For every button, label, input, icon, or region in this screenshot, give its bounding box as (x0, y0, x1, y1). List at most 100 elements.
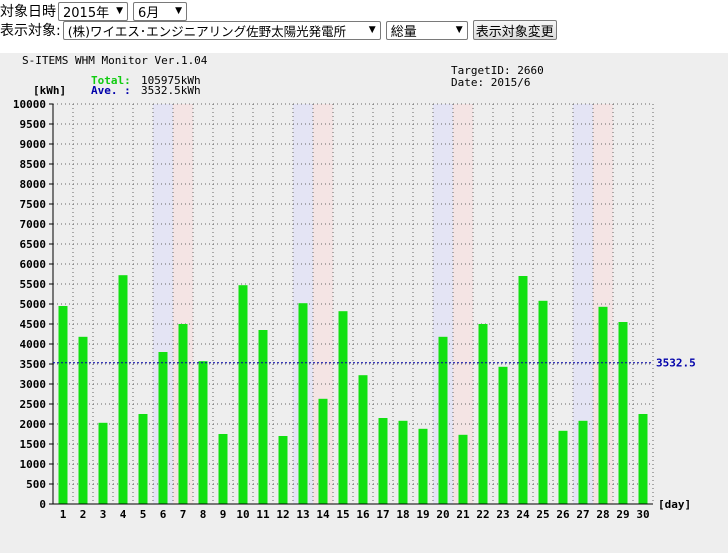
x-axis-label: [day] (658, 498, 691, 511)
x-tick-label: 9 (220, 508, 227, 521)
x-tick-label: 29 (616, 508, 629, 521)
x-tick-label: 30 (636, 508, 649, 521)
type-select-value: 総量 (390, 24, 417, 40)
y-tick-label: 2000 (20, 418, 47, 431)
date-label: 対象日時 (0, 4, 56, 20)
x-tick-label: 5 (140, 508, 147, 521)
x-tick-label: 20 (436, 508, 449, 521)
bar-day-3 (98, 422, 108, 504)
bar-day-27 (578, 420, 588, 504)
x-tick-label: 13 (296, 508, 309, 521)
bar-day-21 (458, 434, 468, 504)
y-tick-label: 500 (26, 478, 46, 491)
x-tick-label: 6 (160, 508, 167, 521)
x-tick-label: 4 (120, 508, 127, 521)
y-tick-label: 5500 (20, 278, 47, 291)
x-tick-label: 23 (496, 508, 509, 521)
x-tick-label: 21 (456, 508, 470, 521)
y-tick-label: 6000 (20, 258, 47, 271)
y-tick-label: 7000 (20, 218, 47, 231)
bar-day-14 (318, 398, 328, 504)
y-tick-label: 4000 (20, 338, 47, 351)
y-tick-label: 9500 (20, 118, 47, 131)
bar-day-29 (618, 322, 628, 504)
y-tick-label: 8500 (20, 158, 47, 171)
bar-day-30 (638, 414, 648, 504)
bar-day-24 (518, 276, 528, 504)
y-axis-label: [kWh] (33, 84, 66, 97)
y-tick-label: 6500 (20, 238, 47, 251)
target-row: 表示対象: (株)ワイエス･エンジニアリング佐野太陽光発電所 ▼ 総量 ▼ 表示… (0, 19, 557, 41)
x-tick-label: 28 (596, 508, 609, 521)
x-tick-label: 1 (60, 508, 67, 521)
bar-day-11 (258, 330, 268, 504)
x-tick-label: 10 (236, 508, 249, 521)
chart-panel: 0 500 1000 1500 2000 2500 3000 3500 4000 4500 5000… (0, 53, 728, 553)
x-tick-label: 27 (576, 508, 589, 521)
bar-day-7 (178, 324, 188, 504)
bar-day-8 (198, 361, 208, 504)
bar-day-20 (438, 336, 448, 504)
x-tick-label: 26 (556, 508, 570, 521)
bar-day-25 (538, 300, 548, 504)
x-tick-label: 11 (256, 508, 270, 521)
bar-day-19 (418, 428, 428, 504)
year-select[interactable]: 2015年 ▼ (58, 1, 128, 21)
bar-day-10 (238, 285, 248, 504)
x-tick-label: 25 (536, 508, 549, 521)
bar-day-18 (398, 420, 408, 504)
month-select[interactable]: 6月 ▼ (133, 1, 187, 21)
x-tick-label: 18 (396, 508, 409, 521)
x-tick-label: 2 (80, 508, 87, 521)
change-target-button[interactable]: 表示対象変更 (472, 20, 557, 40)
bar-day-1 (58, 306, 68, 504)
target-select[interactable]: (株)ワイエス･エンジニアリング佐野太陽光発電所 ▼ (62, 20, 381, 40)
y-tick-label: 4500 (20, 318, 47, 331)
chevron-down-icon: ▼ (368, 25, 376, 35)
y-tick-label: 10000 (13, 98, 46, 111)
y-tick-label: 8000 (20, 178, 47, 191)
x-tick-label: 15 (336, 508, 349, 521)
report-date: Date: 2015/6 (451, 76, 530, 89)
bar-day-6 (158, 352, 168, 504)
bar-day-16 (358, 375, 368, 504)
x-tick-label: 22 (476, 508, 489, 521)
app-title: S-ITEMS WHM Monitor Ver.1.04 (22, 54, 208, 67)
ave-value: 3532.5kWh (141, 84, 201, 97)
y-tick-labels: 0 500 1000 1500 2000 2500 3000 3500 4000 4500 5000… (13, 98, 46, 511)
y-tick-label: 2500 (20, 398, 47, 411)
y-tick-label: 1000 (20, 458, 47, 471)
average-line-label: 3532.5 (656, 357, 696, 370)
x-tick-label: 14 (316, 508, 330, 521)
y-tick-label: 9000 (20, 138, 47, 151)
bar-day-17 (378, 418, 388, 504)
bar-day-13 (298, 303, 308, 504)
y-tick-label: 5000 (20, 298, 47, 311)
bar-chart: 0 500 1000 1500 2000 2500 3000 3500 4000 4500 5000… (13, 54, 696, 521)
chevron-down-icon: ▼ (455, 25, 463, 35)
target-select-value: (株)ワイエス･エンジニアリング佐野太陽光発電所 (67, 23, 347, 39)
type-select[interactable]: 総量 ▼ (385, 20, 468, 40)
bar-day-28 (598, 306, 608, 504)
ave-label: Ave. : (91, 84, 131, 97)
month-select-value: 6月 (138, 5, 160, 21)
bar-day-5 (138, 414, 148, 504)
x-tick-label: 16 (356, 508, 370, 521)
chevron-down-icon: ▼ (175, 6, 182, 16)
target-label: 表示対象: (0, 23, 61, 39)
bar-day-2 (78, 336, 88, 504)
x-tick-labels: 1 2 3 4 5 6 7 8 9 10 11 12 13 14 15 16 17 18 19 20 21 22 23 24 2… (60, 508, 650, 521)
y-tick-label: 1500 (20, 438, 47, 451)
bar-day-9 (218, 434, 228, 504)
x-tick-label: 19 (416, 508, 429, 521)
bar-day-15 (338, 311, 348, 504)
bar-day-23 (498, 366, 508, 504)
bar-day-4 (118, 275, 128, 504)
chevron-down-icon: ▼ (116, 6, 123, 16)
y-tick-label: 3000 (20, 378, 47, 391)
y-tick-label: 7500 (20, 198, 47, 211)
y-tick-label: 3500 (20, 358, 47, 371)
x-tick-label: 3 (100, 508, 107, 521)
x-tick-label: 12 (276, 508, 289, 521)
x-tick-label: 17 (376, 508, 389, 521)
